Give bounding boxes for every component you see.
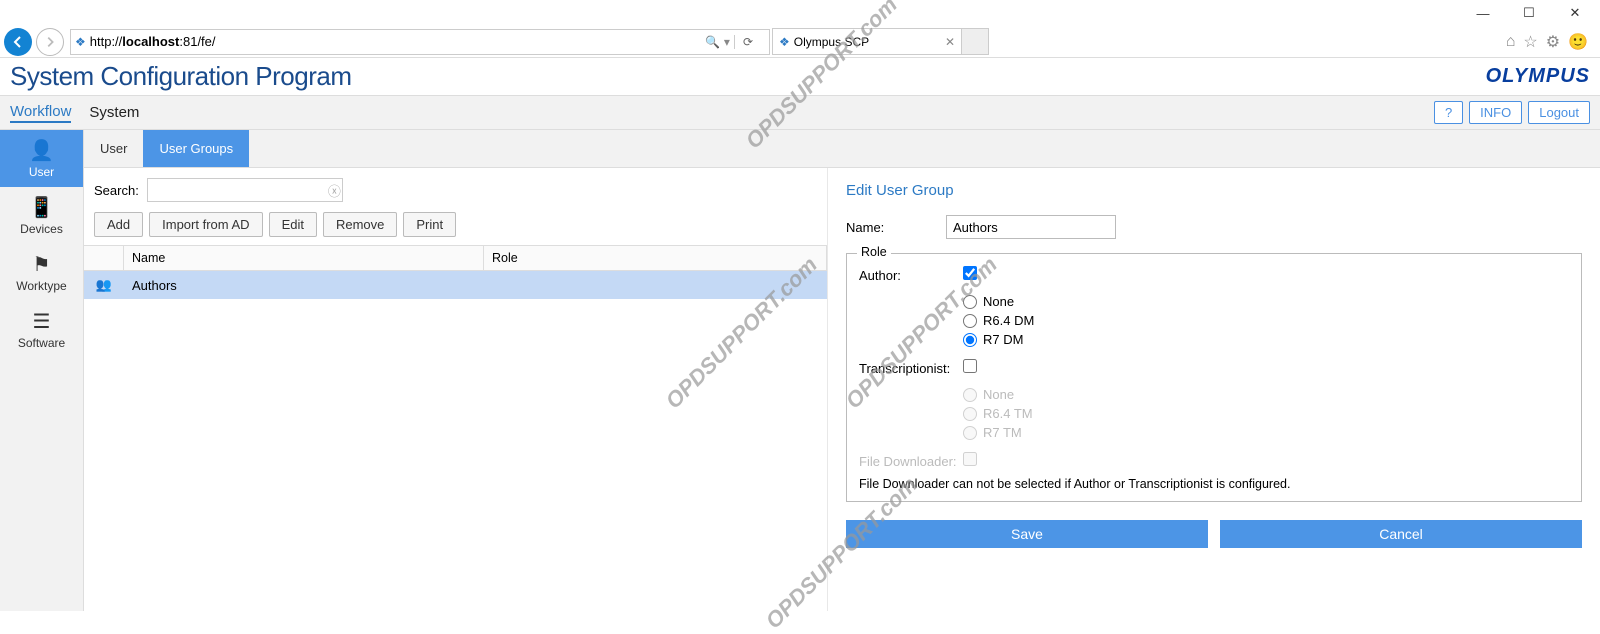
sidebar-label: User — [29, 165, 54, 179]
emoji-icon[interactable]: 🙂 — [1568, 32, 1588, 52]
content: User User Groups Search: ⓧ Add Import fr… — [84, 130, 1600, 611]
fd-warning: File Downloader can not be selected if A… — [859, 477, 1569, 491]
info-button[interactable]: INFO — [1469, 101, 1522, 124]
fd-checkbox — [963, 452, 977, 466]
site-icon: ❖ — [779, 35, 790, 49]
nav-workflow[interactable]: Workflow — [10, 103, 71, 123]
row-name: Authors — [124, 272, 484, 299]
top-nav: Workflow System ? INFO Logout — [0, 96, 1600, 130]
sidebar: 👤 User 📱 Devices ⚑ Worktype ☰ Software — [0, 130, 84, 611]
help-button[interactable]: ? — [1434, 101, 1463, 124]
arrow-right-icon — [43, 35, 57, 49]
url-prefix: http:// — [90, 34, 123, 49]
url-host: localhost — [122, 34, 179, 49]
fd-label: File Downloader: — [859, 452, 963, 469]
sidebar-label: Devices — [20, 222, 63, 236]
url-suffix: :81/fe/ — [179, 34, 215, 49]
name-input[interactable] — [946, 215, 1116, 239]
trans-label: Transcriptionist: — [859, 359, 963, 376]
sidebar-item-software[interactable]: ☰ Software — [0, 301, 83, 358]
trans-checkbox[interactable] — [963, 359, 977, 373]
row-role — [484, 279, 827, 291]
app-title: System Configuration Program — [10, 61, 351, 92]
subtabs: User User Groups — [84, 130, 1600, 168]
home-icon[interactable]: ⌂ — [1506, 33, 1516, 51]
site-icon: ❖ — [75, 35, 86, 49]
author-opt-r7[interactable] — [963, 333, 977, 347]
list-pane: Search: ⓧ Add Import from AD Edit Remove… — [84, 168, 828, 611]
layers-icon: ☰ — [33, 309, 51, 334]
add-button[interactable]: Add — [94, 212, 143, 237]
dropdown-icon[interactable]: ▾ — [724, 35, 730, 49]
search-input[interactable] — [152, 183, 328, 198]
sidebar-label: Software — [18, 336, 65, 350]
col-name[interactable]: Name — [124, 246, 484, 270]
print-button[interactable]: Print — [403, 212, 456, 237]
sidebar-item-devices[interactable]: 📱 Devices — [0, 187, 83, 244]
col-role[interactable]: Role — [484, 246, 827, 270]
settings-icon[interactable]: ⚙ — [1546, 32, 1560, 52]
share-icon: ⚑ — [33, 252, 51, 277]
main-area: 👤 User 📱 Devices ⚑ Worktype ☰ Software U… — [0, 130, 1600, 611]
arrow-left-icon — [10, 34, 26, 50]
back-button[interactable] — [4, 28, 32, 56]
workarea: Search: ⓧ Add Import from AD Edit Remove… — [84, 168, 1600, 611]
name-label: Name: — [846, 220, 946, 235]
browser-tab[interactable]: ❖ Olympus SCP ✕ — [772, 28, 962, 55]
group-icon: 👥 — [84, 271, 124, 299]
role-fieldset: Role Author: None R6.4 DM R7 DM Transcri… — [846, 253, 1582, 502]
close-button[interactable]: ✕ — [1552, 0, 1598, 26]
sidebar-item-user[interactable]: 👤 User — [0, 130, 83, 187]
col-icon[interactable] — [84, 246, 124, 270]
role-legend: Role — [857, 245, 891, 259]
subtab-user[interactable]: User — [84, 130, 143, 167]
search-box[interactable]: ⓧ — [147, 178, 343, 202]
remove-button[interactable]: Remove — [323, 212, 397, 237]
nav-system[interactable]: System — [89, 104, 139, 121]
browser-address-bar: ❖ http://localhost:81/fe/ 🔍 ▾ ⟳ ❖ Olympu… — [0, 26, 1600, 58]
app-header: System Configuration Program OLYMPUS — [0, 58, 1600, 96]
brand-logo: OLYMPUS — [1486, 65, 1590, 88]
close-tab-icon[interactable]: ✕ — [945, 35, 955, 49]
edit-button[interactable]: Edit — [269, 212, 317, 237]
trans-opt-r64 — [963, 407, 977, 421]
url-field[interactable]: ❖ http://localhost:81/fe/ 🔍 ▾ ⟳ — [70, 29, 770, 55]
favorites-icon[interactable]: ☆ — [1523, 32, 1537, 52]
device-icon: 📱 — [29, 195, 54, 220]
grid-row[interactable]: 👥 Authors — [84, 271, 827, 299]
logout-button[interactable]: Logout — [1528, 101, 1590, 124]
forward-button[interactable] — [36, 28, 64, 56]
minimize-button[interactable]: — — [1460, 0, 1506, 26]
subtab-user-groups[interactable]: User Groups — [143, 130, 249, 167]
author-opt-r64[interactable] — [963, 314, 977, 328]
save-button[interactable]: Save — [846, 520, 1208, 548]
maximize-button[interactable]: ☐ — [1506, 0, 1552, 26]
author-opt-none[interactable] — [963, 295, 977, 309]
user-icon: 👤 — [29, 138, 54, 163]
new-tab-button[interactable] — [961, 28, 989, 55]
author-checkbox[interactable] — [963, 266, 977, 280]
search-label: Search: — [94, 183, 139, 198]
import-ad-button[interactable]: Import from AD — [149, 212, 262, 237]
window-titlebar: — ☐ ✕ — [0, 0, 1600, 26]
refresh-icon[interactable]: ⟳ — [743, 35, 753, 49]
sidebar-label: Worktype — [16, 279, 66, 293]
tab-title: Olympus SCP — [794, 35, 869, 49]
sidebar-item-worktype[interactable]: ⚑ Worktype — [0, 244, 83, 301]
edit-title: Edit User Group — [846, 182, 1582, 199]
author-label: Author: — [859, 266, 963, 283]
user-group-grid: Name Role 👥 Authors — [84, 245, 827, 299]
trans-opt-none — [963, 388, 977, 402]
edit-pane: Edit User Group Name: Role Author: None … — [828, 168, 1600, 611]
trans-opt-r7 — [963, 426, 977, 440]
grid-header: Name Role — [84, 246, 827, 271]
cancel-button[interactable]: Cancel — [1220, 520, 1582, 548]
search-icon[interactable]: 🔍 — [705, 35, 720, 49]
clear-search-icon[interactable]: ⓧ — [328, 181, 341, 200]
